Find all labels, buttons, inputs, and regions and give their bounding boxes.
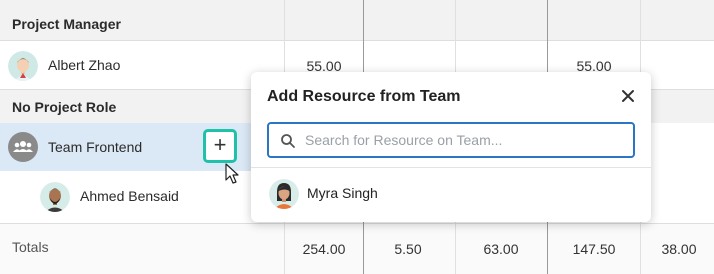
- avatar: [40, 182, 70, 212]
- team-member-result[interactable]: Myra Singh: [251, 174, 651, 214]
- group-label: No Project Role: [12, 99, 117, 115]
- team-icon: [8, 132, 38, 162]
- team-name: Team Frontend: [48, 139, 143, 155]
- group-label: Project Manager: [12, 16, 121, 32]
- popup-title: Add Resource from Team: [267, 88, 461, 105]
- avatar: [269, 179, 299, 209]
- resource-name: Ahmed Bensaid: [80, 188, 179, 204]
- add-resource-popup: Add Resource from Team Myra Singh: [251, 72, 651, 222]
- close-icon[interactable]: [619, 87, 637, 105]
- total-value: 38.00: [661, 241, 697, 257]
- search-icon: [281, 134, 295, 148]
- totals-label: Totals: [12, 239, 49, 255]
- avatar: [8, 51, 38, 81]
- search-field[interactable]: [267, 122, 635, 158]
- total-value: 147.50: [572, 241, 616, 257]
- result-name: Myra Singh: [307, 185, 378, 201]
- resource-name: Albert Zhao: [48, 57, 121, 73]
- divider: [251, 167, 651, 168]
- totals-row: Totals 254.00 5.50 63.00 147.50 38.00: [0, 224, 714, 274]
- group-row-project-manager: Project Manager: [0, 0, 714, 40]
- mouse-cursor-icon: [225, 163, 239, 184]
- total-value: 254.00: [302, 241, 346, 257]
- total-value: 5.50: [394, 241, 422, 257]
- total-value: 63.00: [483, 241, 519, 257]
- add-resource-button[interactable]: +: [203, 129, 237, 163]
- search-input[interactable]: [305, 124, 625, 156]
